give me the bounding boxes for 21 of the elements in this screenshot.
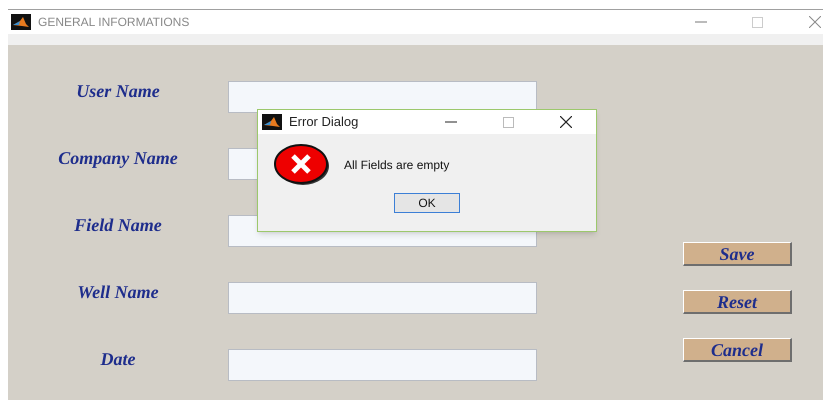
field-label: Date (100, 348, 136, 371)
field-label: Well Name (77, 281, 159, 304)
maximize-icon[interactable] (752, 16, 763, 28)
maximize-icon[interactable] (503, 116, 514, 128)
action-button[interactable]: Cancel (683, 338, 792, 362)
input-field[interactable] (228, 282, 537, 314)
input-field[interactable] (228, 80, 537, 112)
app-logo-icon (11, 14, 31, 30)
app-logo-icon (262, 114, 282, 130)
ok-button[interactable]: OK (394, 193, 460, 213)
field-label: User Name (76, 80, 160, 103)
input-field[interactable] (228, 348, 537, 380)
window-title: GENERAL INFORMATIONS (38, 14, 190, 31)
close-icon[interactable] (560, 116, 572, 128)
field-label: Company Name (58, 147, 178, 170)
action-button[interactable]: Reset (683, 290, 792, 314)
error-message: All Fields are empty (344, 157, 450, 174)
field-label: Field Name (74, 214, 162, 237)
action-button[interactable]: Save (683, 242, 792, 266)
dialog-title: Error Dialog (289, 113, 358, 132)
error-icon (274, 143, 330, 187)
